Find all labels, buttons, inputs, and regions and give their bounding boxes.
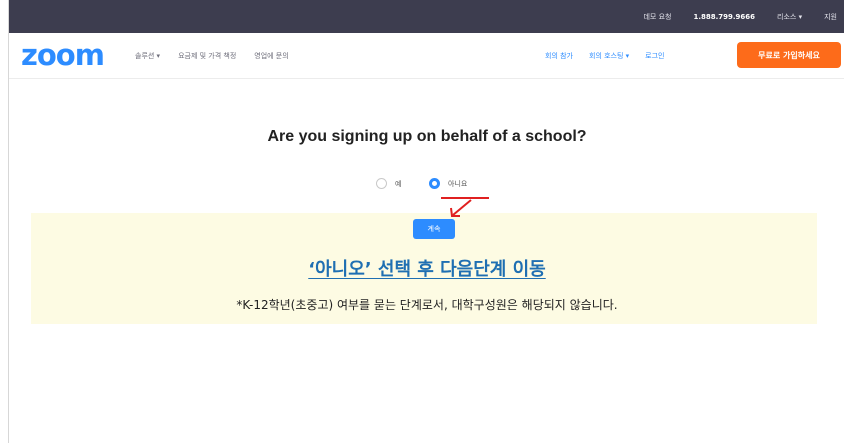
host-meeting-menu[interactable]: 회의 호스팅 ▾ xyxy=(589,51,629,61)
radio-yes-circle[interactable] xyxy=(376,178,387,189)
plans-pricing-link[interactable]: 요금제 및 가격 책정 xyxy=(178,51,236,61)
browser-frame: 데모 요청 1.888.799.9666 리소스 ▾ 지원 zoom 솔루션 ▾… xyxy=(8,0,844,443)
utility-links: 데모 요청 1.888.799.9666 리소스 ▾ 지원 xyxy=(643,0,844,33)
nav-left-links: 솔루션 ▾ 요금제 및 가격 책정 영업에 문의 xyxy=(135,33,289,79)
annotation-instruction: ‘아니오’ 선택 후 다음단계 이동 xyxy=(9,255,844,281)
annotation-instruction-text: ‘아니오’ 선택 후 다음단계 이동 xyxy=(308,259,546,280)
continue-button[interactable]: 계속 xyxy=(413,219,455,239)
radio-option-no[interactable]: 아니요 xyxy=(429,178,467,189)
top-utility-bar: 데모 요청 1.888.799.9666 리소스 ▾ 지원 xyxy=(9,0,844,33)
contact-sales-link[interactable]: 영업에 문의 xyxy=(254,51,288,61)
school-question-heading: Are you signing up on behalf of a school… xyxy=(267,128,587,145)
annotation-arrow-icon xyxy=(450,199,472,217)
sign-in-link[interactable]: 로그인 xyxy=(645,51,664,61)
radio-no-circle[interactable] xyxy=(429,178,440,189)
solutions-menu[interactable]: 솔루션 ▾ xyxy=(135,51,160,61)
phone-number-link[interactable]: 1.888.799.9666 xyxy=(693,13,755,21)
resources-menu[interactable]: 리소스 ▾ xyxy=(777,12,802,22)
school-radio-group: 예 아니요 xyxy=(9,178,844,192)
radio-option-yes[interactable]: 예 xyxy=(376,178,401,189)
main-navbar: zoom 솔루션 ▾ 요금제 및 가격 책정 영업에 문의 회의 참가 회의 호… xyxy=(9,33,844,79)
request-demo-link[interactable]: 데모 요청 xyxy=(643,12,671,22)
radio-yes-label: 예 xyxy=(395,179,402,188)
zoom-logo[interactable]: zoom xyxy=(21,39,105,71)
radio-no-label: 아니요 xyxy=(448,179,468,188)
join-meeting-link[interactable]: 회의 참가 xyxy=(545,51,573,61)
support-link[interactable]: 지원 xyxy=(824,12,837,22)
signup-free-button[interactable]: 무료로 가입하세요 xyxy=(737,42,841,68)
nav-right-links: 회의 참가 회의 호스팅 ▾ 로그인 xyxy=(545,33,665,79)
annotation-note: *K-12학년(초중고) 여부를 묻는 단계로서, 대학구성원은 해당되지 않습… xyxy=(236,298,618,312)
